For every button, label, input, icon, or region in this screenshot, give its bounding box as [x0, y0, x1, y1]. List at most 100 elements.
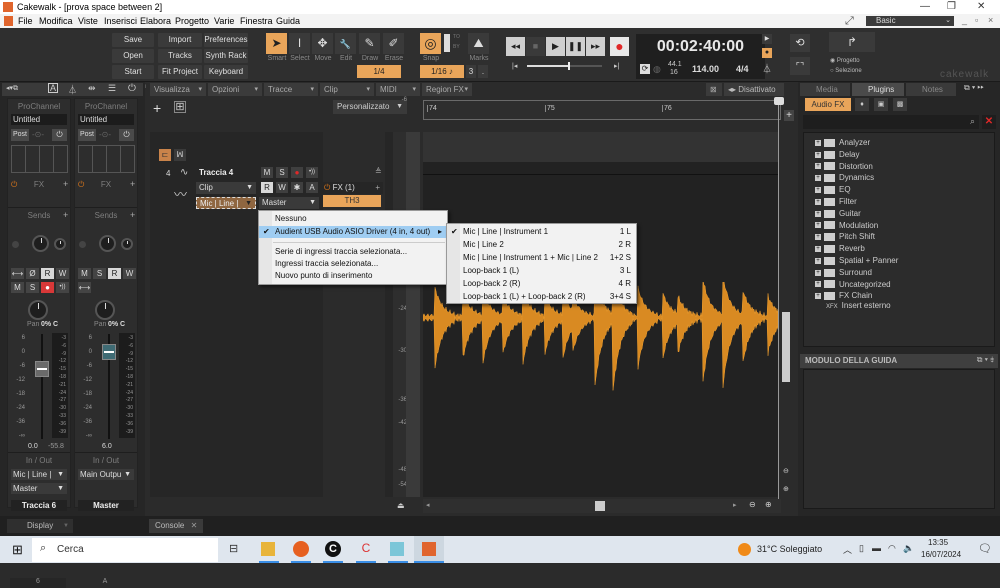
inspector-menu-icon[interactable]: ◂▾⧉ — [6, 84, 18, 93]
start-screen-button[interactable]: Start Screen — [112, 65, 154, 90]
menu-elabora[interactable]: Elabora — [140, 16, 171, 26]
menu-visualizza[interactable]: Visualizza ▾ — [150, 83, 206, 96]
prochannel-preset[interactable]: Untitled — [78, 114, 134, 125]
prochannel-label[interactable]: ProChannel — [75, 102, 137, 111]
export-button[interactable]: ↱ — [829, 32, 875, 52]
send-enable-led[interactable] — [12, 241, 19, 248]
doc-minimize-icon[interactable]: _ — [962, 15, 967, 25]
menu-item-ingressi-traccia[interactable]: Ingressi traccia selezionata... — [259, 258, 447, 270]
tree-folder[interactable]: + Analyzer — [815, 137, 870, 148]
ccleaner-icon[interactable]: C — [358, 541, 374, 557]
display-button[interactable]: Display ▼ — [7, 519, 73, 533]
submenu-item[interactable]: ✔ Mic | Line | Instrument 1 1 L — [447, 226, 636, 238]
expand-icon[interactable]: + — [815, 175, 821, 182]
write-automation-button[interactable]: W — [123, 268, 136, 279]
synth-rack-button[interactable]: Synth Rack — [204, 49, 248, 63]
track-name-field[interactable]: Traccia 4 — [196, 167, 256, 179]
read-automation-button[interactable]: R — [41, 268, 54, 279]
solo-button[interactable]: S — [93, 268, 106, 279]
track-type-toggle[interactable]: ⊏ — [159, 149, 171, 161]
punch-button[interactable]: ⌜⌝ — [790, 57, 810, 75]
vertical-scrollbar-thumb[interactable] — [782, 312, 790, 382]
submenu-item[interactable]: Loop-back 1 (L) 3 L — [447, 265, 636, 277]
record-arm-button[interactable]: ● — [41, 282, 54, 293]
instruments-filter-button[interactable]: ♦ — [855, 98, 869, 111]
region-fx-button[interactable]: ▩ — [893, 98, 907, 111]
export-project-radio[interactable]: ◉ Progetto — [830, 57, 860, 64]
erase-tool-button[interactable]: ✐ — [383, 33, 404, 54]
track-archive-button[interactable]: A — [306, 182, 318, 193]
menu-region-fx[interactable]: Region FX ▾ — [422, 83, 472, 96]
horizontal-scrollbar-thumb[interactable] — [595, 501, 605, 511]
go-to-start-button[interactable]: |◂ — [512, 62, 517, 70]
record-button[interactable]: ● — [610, 37, 629, 56]
menu-inserisci[interactable]: Inserisci — [104, 16, 137, 26]
submenu-item[interactable]: Loop-back 1 (L) + Loop-back 2 (R) 3+4 S — [447, 291, 636, 303]
browser-options-icon[interactable]: ⧉ ▾ ▸▸ — [964, 83, 984, 93]
volume-fader-handle[interactable] — [102, 344, 116, 360]
snap-button[interactable]: ◎ — [420, 33, 441, 54]
export-selection-radio[interactable]: ○ Selezione — [830, 68, 862, 74]
snap-triplet-button[interactable]: 3 — [466, 65, 476, 78]
pan-knob[interactable] — [28, 300, 48, 320]
list-icon[interactable]: ☰ — [108, 83, 116, 94]
go-to-end-button[interactable]: ▸| — [614, 62, 619, 70]
tree-folder[interactable]: + Guitar — [815, 208, 861, 219]
menu-guida[interactable]: Guida — [276, 16, 300, 26]
timeline-ruler[interactable]: 74 75 76 — [423, 100, 781, 120]
eq-graph[interactable] — [11, 145, 68, 173]
expand-icon[interactable]: + — [815, 222, 821, 229]
horizontal-scrollbar[interactable]: ◂ ▸ ⊖ ⊕ — [423, 499, 781, 513]
menu-viste[interactable]: Viste — [78, 16, 98, 26]
add-fx-icon[interactable]: + — [63, 179, 68, 189]
doc-restore-icon[interactable]: ▫ — [975, 15, 978, 25]
collapse-track-icon[interactable]: ≜ — [375, 167, 382, 176]
clip-mode-select[interactable]: Clip ▼ — [196, 182, 256, 194]
expand-icon[interactable]: ⤢ — [845, 15, 854, 28]
input-select[interactable]: Mic | Line | ▼ — [11, 469, 67, 480]
tempo-readout[interactable]: 114.00 — [692, 64, 719, 74]
rewind-button[interactable]: ◂◂ — [506, 37, 525, 56]
add-track-icon[interactable]: + — [153, 100, 161, 116]
now-time-marker[interactable] — [774, 97, 784, 105]
minimize-button[interactable]: — — [920, 1, 930, 12]
expand-icon[interactable]: + — [815, 293, 821, 300]
app-menu-icon[interactable] — [4, 16, 13, 26]
expand-icon[interactable]: + — [815, 187, 821, 194]
prochannel-preset[interactable]: Untitled — [11, 114, 67, 125]
marks-button[interactable]: ⛰ — [468, 33, 489, 54]
wifi-icon[interactable]: ◠ — [888, 543, 896, 554]
track-record-arm-button[interactable]: ● — [291, 167, 303, 178]
volume-fader-handle[interactable] — [35, 361, 49, 377]
meter-readout[interactable]: 4/4 — [736, 64, 749, 74]
track-mute-button[interactable]: M — [261, 167, 273, 178]
save-button[interactable]: Save — [112, 33, 154, 47]
track-solo-button[interactable]: S — [276, 167, 288, 178]
fast-forward-button[interactable]: ▸▸ — [586, 37, 605, 56]
post-button[interactable]: Post — [78, 129, 96, 141]
expand-icon[interactable]: + — [815, 198, 821, 205]
scroll-right-icon[interactable]: ▸ — [733, 501, 737, 509]
plugin-search-input[interactable]: ⌕ — [803, 115, 979, 129]
add-fx-icon[interactable]: + — [130, 179, 135, 189]
tree-folder[interactable]: + Surround — [815, 267, 872, 278]
battery-icon[interactable]: ▬ — [872, 543, 881, 553]
track-fx-bin-header[interactable]: ⏻ FX (1) + — [321, 182, 383, 194]
weather-sun-icon[interactable] — [738, 543, 751, 556]
volume-icon[interactable]: 🔈 — [903, 543, 914, 554]
close-tab-icon[interactable]: ✕ — [191, 521, 198, 530]
tree-folder[interactable]: + Filter — [815, 196, 857, 207]
expand-icon[interactable]: + — [815, 257, 821, 264]
clock-time[interactable]: 13:35 — [928, 538, 948, 547]
send-level-knob[interactable] — [32, 235, 49, 252]
app-c-icon[interactable]: C — [325, 541, 341, 557]
submenu-item[interactable]: Loop-back 2 (R) 4 R — [447, 278, 636, 290]
volume-value[interactable]: 0.0 — [28, 443, 38, 450]
menu-tracce[interactable]: Tracce ▾ — [264, 83, 318, 96]
phase-swap-button[interactable]: ⟷ — [11, 268, 24, 279]
menu-varie[interactable]: Varie — [214, 16, 234, 26]
tree-folder[interactable]: + Spatial + Panner — [815, 255, 898, 266]
duplicate-track-icon[interactable]: ⊞ — [174, 101, 186, 113]
prochannel-power-button[interactable]: ⏻ — [119, 129, 134, 141]
expand-icon[interactable]: + — [815, 210, 821, 217]
